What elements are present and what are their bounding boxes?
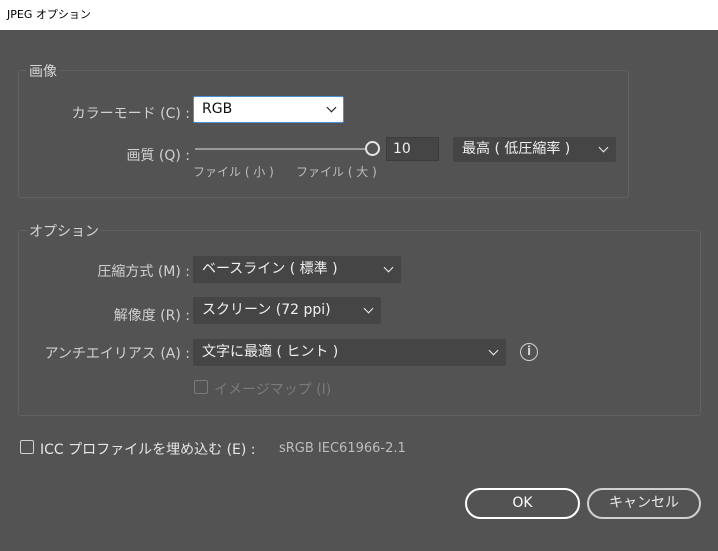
imagemap-checkbox[interactable] [194, 380, 208, 394]
compression-select[interactable]: ベースライン ( 標準 ) [193, 256, 401, 283]
quality-input[interactable]: 10 [386, 137, 439, 161]
antialias-select[interactable]: 文字に最適 ( ヒント ) [193, 339, 506, 366]
color-mode-select[interactable]: RGB [193, 96, 344, 123]
file-small-label: ファイル ( 小 ) [193, 165, 274, 179]
image-group-title: 画像 [27, 61, 59, 81]
dialog-title: JPEG オプション [0, 0, 718, 30]
file-large-label: ファイル ( 大 ) [296, 165, 377, 179]
color-mode-value: RGB [202, 101, 233, 117]
options-group-title: オプション [27, 221, 101, 241]
imagemap-label: イメージマップ (I) [214, 382, 332, 398]
antialias-value: 文字に最適 ( ヒント ) [202, 344, 339, 360]
chevron-down-icon [363, 303, 374, 313]
resolution-value: スクリーン (72 ppi) [202, 302, 331, 318]
color-mode-label: カラーモード (C) : [71, 106, 190, 122]
quality-label: 画質 (Q) : [126, 148, 190, 164]
quality-preset-value: 最高 ( 低圧縮率 ) [462, 141, 571, 157]
antialias-label: アンチエイリアス (A) : [44, 346, 190, 362]
chevron-down-icon [488, 345, 499, 355]
chevron-down-icon [598, 142, 609, 152]
quality-slider-handle[interactable] [365, 141, 380, 156]
compression-value: ベースライン ( 標準 ) [202, 261, 338, 277]
resolution-select[interactable]: スクリーン (72 ppi) [193, 297, 381, 324]
info-icon[interactable]: i [520, 343, 538, 361]
icc-profile-name: sRGB IEC61966-2.1 [279, 441, 406, 456]
resolution-label: 解像度 (R) : [113, 308, 190, 324]
ok-button[interactable]: OK [465, 488, 580, 519]
chevron-down-icon [326, 102, 337, 112]
icc-label: ICC プロファイルを埋め込む (E) : [40, 442, 256, 458]
compression-label: 圧縮方式 (M) : [97, 264, 190, 280]
icc-checkbox[interactable] [20, 440, 34, 454]
cancel-button[interactable]: キャンセル [587, 488, 701, 519]
quality-slider-track[interactable] [195, 148, 365, 150]
quality-preset-select[interactable]: 最高 ( 低圧縮率 ) [453, 137, 616, 162]
chevron-down-icon [383, 262, 394, 272]
